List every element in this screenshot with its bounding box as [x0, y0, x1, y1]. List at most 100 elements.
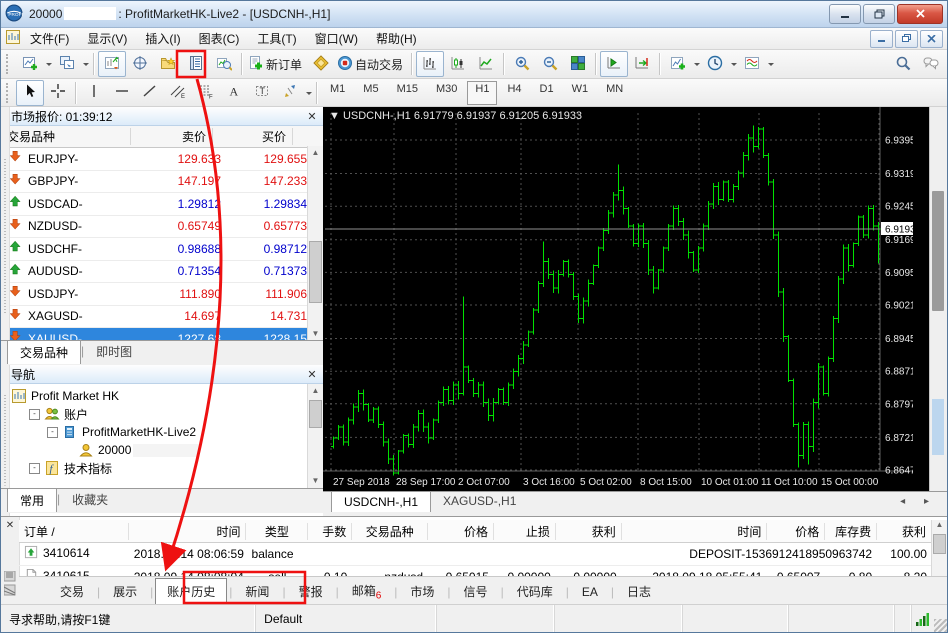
mdi-close-button[interactable] [920, 30, 943, 48]
menu-文件(F)[interactable]: 文件(F) [21, 30, 78, 48]
timeframe-M30[interactable]: M30 [428, 81, 465, 105]
timeframe-D1[interactable]: D1 [532, 81, 562, 105]
market-row-NZDUSD-[interactable]: NZDUSD-0.657490.65773 [1, 216, 323, 239]
column-header-1[interactable]: 卖价 [131, 128, 213, 145]
metaeditor-button[interactable] [307, 51, 335, 77]
autotrading-button[interactable]: 自动交易 [335, 51, 408, 77]
data-window-button[interactable] [126, 51, 154, 77]
tree-expander-icon[interactable]: - [29, 463, 40, 474]
text-button[interactable]: A [220, 80, 248, 106]
table-row[interactable]: 34106142018.09.14 08:06:59balanceDEPOSIT… [19, 543, 932, 566]
bottom-tab-账户历史[interactable]: 账户历史 [155, 578, 227, 605]
strategy-tester-button[interactable] [210, 51, 238, 77]
minimize-button[interactable] [829, 4, 861, 24]
restore-button[interactable] [863, 4, 895, 24]
new-chart-button[interactable] [16, 51, 44, 77]
market-row-XAGUSD-[interactable]: XAGUSD-14.69714.731 [1, 306, 323, 329]
bottom-tab-EA[interactable]: EA [571, 581, 609, 603]
timeframe-H4[interactable]: H4 [499, 81, 529, 105]
tree-item-技术指标[interactable]: -f技术指标 [11, 459, 323, 477]
market-row-EURJPY-[interactable]: EURJPY-129.633129.655 [1, 148, 323, 171]
tree-expander-icon[interactable]: - [29, 409, 40, 420]
bottom-tab-邮箱[interactable]: 邮箱6 [341, 578, 393, 605]
bottom-tab-交易[interactable]: 交易 [49, 579, 95, 604]
market-row-USDJPY-[interactable]: USDJPY-111.890111.906 [1, 283, 323, 306]
column-header-时间[interactable]: 时间 [622, 523, 768, 540]
navigator-button[interactable] [154, 51, 182, 77]
market-watch-scrollbar[interactable]: ▲▼ [307, 146, 323, 341]
chat-button[interactable] [917, 51, 945, 77]
column-header-交易品种[interactable]: 交易品种 [352, 523, 428, 540]
timeframe-MN[interactable]: MN [598, 81, 631, 105]
dropdown-caret-icon[interactable] [768, 63, 774, 69]
column-header-2[interactable]: 买价 [213, 128, 293, 145]
market-row-USDCAD-[interactable]: USDCAD-1.298121.29834 [1, 193, 323, 216]
horizontal-line-button[interactable] [108, 80, 136, 106]
vertical-line-button[interactable] [80, 80, 108, 106]
tab-常用[interactable]: 常用 [7, 488, 57, 512]
fibonacci-button[interactable]: F [192, 80, 220, 106]
periods-button[interactable] [701, 51, 729, 77]
bottom-tab-市场[interactable]: 市场 [399, 579, 445, 604]
bottom-tab-警报[interactable]: 警报 [288, 579, 334, 604]
chart-tab-XAGUSD-,H1[interactable]: XAGUSD-,H1 [431, 491, 528, 511]
column-header-时间[interactable]: 时间 [129, 523, 247, 540]
chart-candles-button[interactable] [444, 51, 472, 77]
trendline-button[interactable] [136, 80, 164, 106]
timeframe-H1[interactable]: H1 [467, 81, 497, 105]
zoom-in-button[interactable] [508, 51, 536, 77]
text-label-button[interactable]: T [248, 80, 276, 106]
tree-expander-icon[interactable]: - [47, 427, 58, 438]
toolbar-grip[interactable] [6, 54, 13, 74]
mdi-system-icon[interactable] [5, 29, 21, 48]
menu-图表(C)[interactable]: 图表(C) [190, 30, 249, 48]
tree-item-Profit Market HK[interactable]: Profit Market HK [11, 387, 323, 405]
market-watch-button[interactable] [98, 51, 126, 77]
zoom-out-button[interactable] [536, 51, 564, 77]
dock-grip[interactable] [1, 107, 10, 365]
column-header-止损[interactable]: 止损 [494, 523, 556, 540]
chart-scrollbar[interactable] [929, 107, 947, 491]
chart-window[interactable]: ▼ USDCNH-,H1 6.91779 6.91937 6.91205 6.9… [323, 107, 947, 491]
close-icon[interactable]: ✕ [1, 520, 19, 531]
tab-收藏夹[interactable]: 收藏夹 [60, 488, 120, 511]
terminal-scrollbar[interactable]: ▲ [931, 520, 947, 576]
toolbar-grip[interactable] [6, 83, 13, 103]
crosshair-button[interactable] [44, 80, 72, 106]
tab-即时图[interactable]: 即时图 [84, 340, 144, 363]
chart-tab-USDCNH-,H1[interactable]: USDCNH-,H1 [331, 491, 431, 512]
mdi-minimize-button[interactable] [870, 30, 893, 48]
arrows-button[interactable] [276, 80, 304, 106]
tree-item-20000[interactable]: 20000 [11, 441, 323, 459]
terminal-button[interactable] [182, 51, 210, 77]
profile-selector[interactable]: Default [256, 605, 437, 633]
menu-工具(T)[interactable]: 工具(T) [248, 30, 305, 48]
column-header-价格[interactable]: 价格 [428, 523, 494, 540]
navigator-scrollbar[interactable]: ▲▼ [307, 384, 323, 488]
new-order-button[interactable]: 新订单 [246, 51, 307, 77]
menu-窗口(W)[interactable]: 窗口(W) [306, 30, 367, 48]
market-row-USDCHF-[interactable]: USDCHF-0.986880.98712 [1, 238, 323, 261]
bottom-tab-展示[interactable]: 展示 [102, 579, 148, 604]
cursor-button[interactable] [16, 80, 44, 106]
auto-scroll-button[interactable] [600, 51, 628, 77]
profiles-button[interactable] [53, 51, 81, 77]
chart-line-button[interactable] [472, 51, 500, 77]
bottom-tab-新闻[interactable]: 新闻 [234, 579, 280, 604]
timeframe-W1[interactable]: W1 [564, 81, 597, 105]
market-row-GBPJPY-[interactable]: GBPJPY-147.197147.233 [1, 171, 323, 194]
dropdown-caret-icon[interactable] [83, 63, 89, 69]
timeframe-M5[interactable]: M5 [355, 81, 386, 105]
column-header-库存费[interactable]: 库存费 [825, 523, 877, 540]
search-button[interactable] [889, 51, 917, 77]
column-header-0[interactable]: 交易品种 [1, 128, 131, 145]
dropdown-caret-icon[interactable] [731, 63, 737, 69]
tree-item-账户[interactable]: -账户 [11, 405, 323, 423]
menu-帮助(H)[interactable]: 帮助(H) [367, 30, 426, 48]
resize-grip[interactable] [934, 619, 947, 633]
mdi-restore-button[interactable] [895, 30, 918, 48]
menu-显示(V)[interactable]: 显示(V) [78, 30, 136, 48]
dropdown-caret-icon[interactable] [306, 92, 312, 98]
tile-windows-button[interactable] [564, 51, 592, 77]
column-header-订单[interactable]: 订单 / [19, 523, 129, 540]
